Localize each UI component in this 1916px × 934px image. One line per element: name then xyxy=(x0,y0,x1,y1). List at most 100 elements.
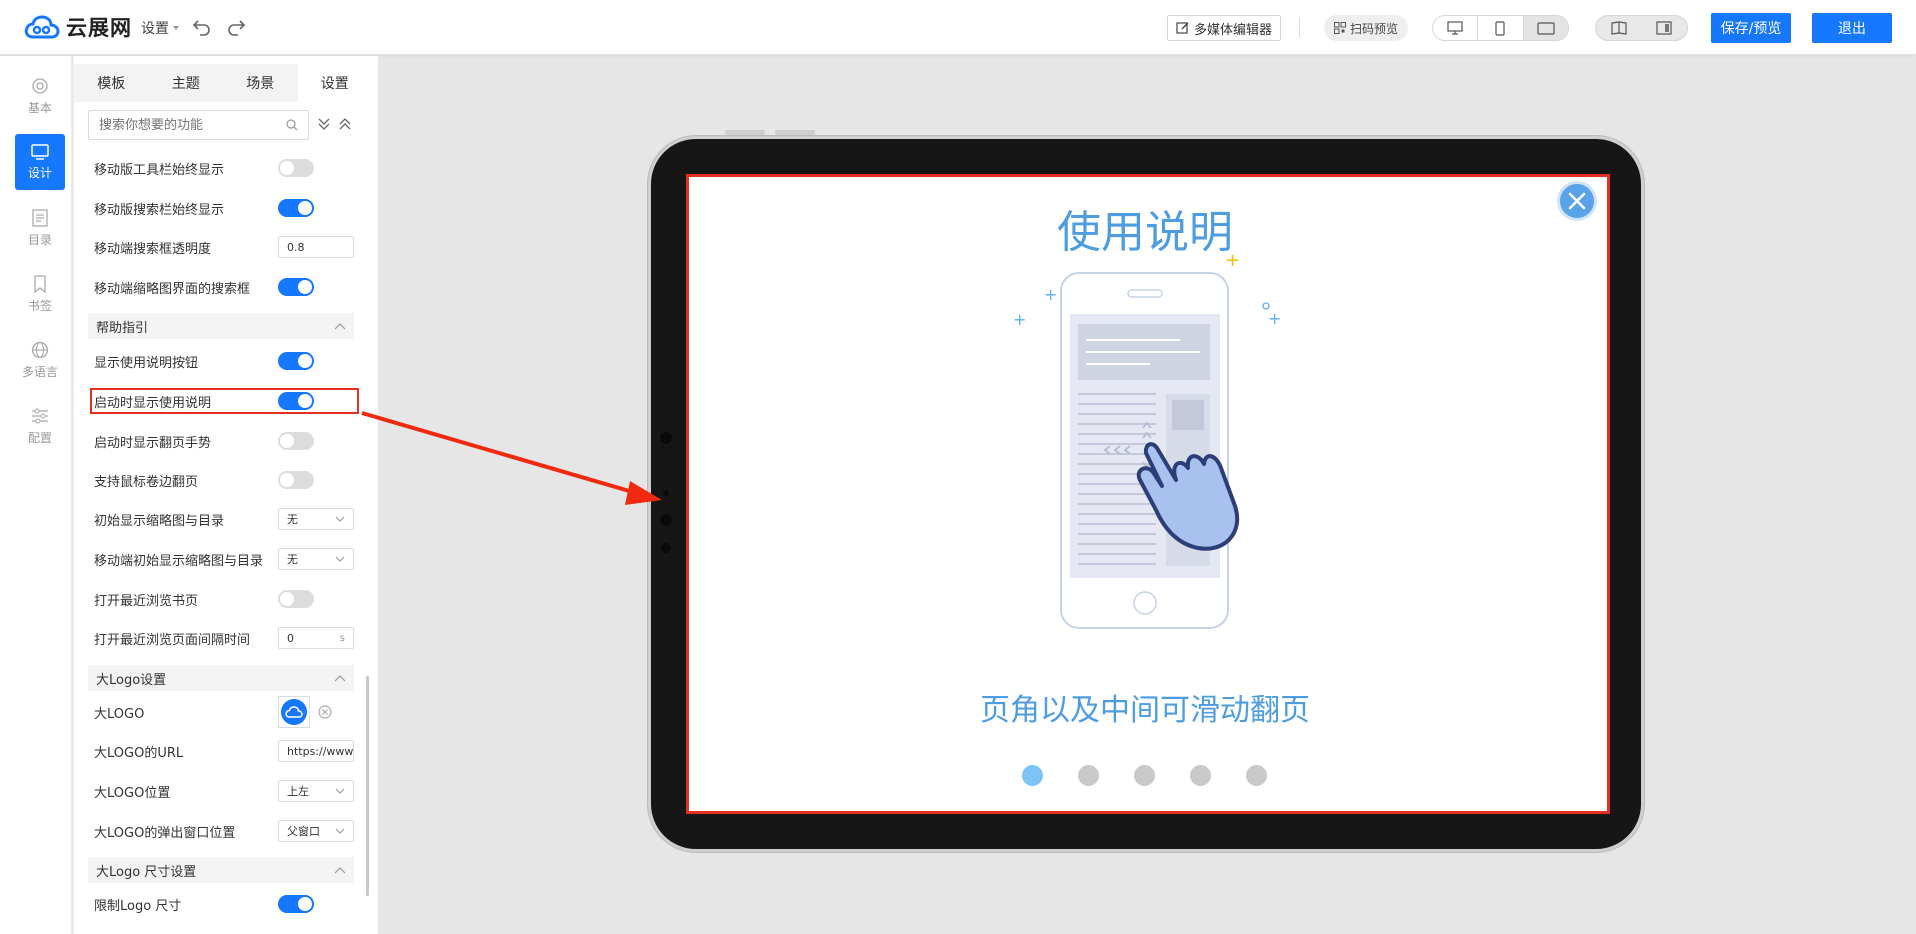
flip-gesture-toggle[interactable] xyxy=(278,432,314,450)
top-bar: 云展网 设置 多媒体编辑器 扫码预览 保存/预览 退出 xyxy=(0,0,1916,55)
setting-row: 移动端缩略图界面的搜索框 xyxy=(74,273,364,301)
qr-code-icon xyxy=(1334,22,1346,34)
double-page-icon xyxy=(1611,21,1627,35)
tab-scene[interactable]: 场景 xyxy=(223,64,298,102)
show-help-button-toggle[interactable] xyxy=(278,352,314,370)
setting-label: 大LOGO的URL xyxy=(94,745,184,761)
tablet-volume-button xyxy=(725,130,765,135)
single-page-button[interactable] xyxy=(1642,16,1688,40)
setting-label: 移动端缩略图界面的搜索框 xyxy=(94,281,251,297)
setting-label: 大LOGO xyxy=(94,706,145,722)
setting-label: 打开最近浏览页面间隔时间 xyxy=(94,632,251,648)
remove-circle-icon[interactable] xyxy=(318,705,332,719)
help-section-header[interactable]: 帮助指引 xyxy=(88,313,354,339)
setting-label: 移动端搜索框透明度 xyxy=(94,241,212,257)
recent-interval-input[interactable]: 0 s xyxy=(278,627,354,649)
tablet-view-button[interactable] xyxy=(1523,16,1568,40)
tablet-icon xyxy=(1537,21,1555,35)
setting-row: 打开最近浏览书页 xyxy=(74,585,364,613)
exit-button[interactable]: 退出 xyxy=(1812,13,1892,43)
setting-row: 大LOGO的URL https://www xyxy=(74,737,364,765)
panel-scrollbar[interactable] xyxy=(366,676,369,896)
caret-down-icon xyxy=(173,26,179,30)
tablet-sensor xyxy=(660,514,672,526)
nav-item-config[interactable]: 配置 xyxy=(15,398,65,454)
section-title: 大Logo设置 xyxy=(96,672,167,688)
media-editor-button[interactable]: 多媒体编辑器 xyxy=(1167,15,1282,41)
biglogo-popup-select[interactable]: 父窗口 xyxy=(278,820,354,842)
setting-label: 移动版搜索栏始终显示 xyxy=(94,202,225,218)
tablet-volume-button xyxy=(775,130,815,135)
nav-item-design[interactable]: 设计 xyxy=(15,134,65,190)
settings-menu[interactable]: 设置 xyxy=(141,18,180,38)
phone-view-button[interactable] xyxy=(1478,16,1524,40)
search-input[interactable] xyxy=(99,117,279,133)
initial-thumb-toc-select[interactable]: 无 xyxy=(278,508,354,530)
chevron-up-icon xyxy=(334,867,346,874)
chevron-down-icon xyxy=(335,516,345,522)
edit-icon xyxy=(1176,22,1189,34)
single-page-icon xyxy=(1656,21,1672,35)
chevron-down-icon xyxy=(335,556,345,562)
nav-item-bookmark[interactable]: 书签 xyxy=(15,266,65,322)
setting-label: 移动版工具栏始终显示 xyxy=(94,162,225,178)
nav-item-label: 设计 xyxy=(27,165,52,180)
mobile-thumb-search-toggle[interactable] xyxy=(278,278,314,296)
nav-item-language[interactable]: 多语言 xyxy=(15,332,65,388)
setting-label: 初始显示缩略图与目录 xyxy=(94,513,225,529)
section-title: 大Logo 尺寸设置 xyxy=(96,864,197,880)
input-value: 0 xyxy=(287,631,294,645)
save-preview-button[interactable]: 保存/预览 xyxy=(1711,13,1791,43)
limit-logo-size-toggle[interactable] xyxy=(278,895,314,913)
expand-all-button[interactable] xyxy=(317,116,331,135)
nav-item-basic[interactable]: 基本 xyxy=(15,68,65,124)
biglogo-thumbnail[interactable] xyxy=(278,696,310,728)
page-dot[interactable] xyxy=(1078,765,1099,786)
open-recent-toggle[interactable] xyxy=(278,590,314,608)
mobile-toolbar-toggle[interactable] xyxy=(278,159,314,177)
media-editor-label: 多媒体编辑器 xyxy=(1194,22,1273,38)
search-opacity-input[interactable]: 0.8 xyxy=(278,236,354,258)
tab-template[interactable]: 模板 xyxy=(74,64,149,102)
undo-button[interactable] xyxy=(192,16,212,40)
sparkle-plus-icon: + xyxy=(1044,285,1057,304)
tab-theme[interactable]: 主题 xyxy=(149,64,224,102)
nav-item-label: 书签 xyxy=(27,298,52,313)
nav-item-toc[interactable]: 目录 xyxy=(15,200,65,256)
collapse-all-button[interactable] xyxy=(338,116,352,135)
double-chevron-down-icon xyxy=(318,118,330,130)
page-dot[interactable] xyxy=(1190,765,1211,786)
logosize-section-header[interactable]: 大Logo 尺寸设置 xyxy=(88,857,354,883)
nav-item-label: 目录 xyxy=(27,232,52,247)
setting-row: 显示使用说明按钮 xyxy=(74,347,364,375)
setting-row: 大LOGO xyxy=(74,696,364,728)
panel-tabs: 模板 主题 场景 设置 xyxy=(74,64,372,102)
mouse-flip-toggle[interactable] xyxy=(278,471,314,489)
desktop-view-button[interactable] xyxy=(1433,16,1479,40)
cloud-logo-icon xyxy=(285,706,303,718)
close-icon xyxy=(1568,192,1586,210)
mobile-searchbar-toggle[interactable] xyxy=(278,199,314,217)
page-dot[interactable] xyxy=(1134,765,1155,786)
help-close-button[interactable] xyxy=(1557,181,1597,221)
undo-icon xyxy=(192,20,210,36)
page-dot[interactable] xyxy=(1022,765,1043,786)
globe-icon xyxy=(31,341,49,358)
page-dot[interactable] xyxy=(1246,765,1267,786)
page-mode-switcher xyxy=(1595,15,1688,41)
app-logo[interactable]: 云展网 xyxy=(24,13,132,41)
biglogo-section-header[interactable]: 大Logo设置 xyxy=(88,665,354,691)
biglogo-url-input[interactable]: https://www xyxy=(278,740,354,762)
desktop-icon xyxy=(1447,21,1463,35)
setting-row: 移动版工具栏始终显示 xyxy=(74,154,364,182)
setting-row: 移动版搜索栏始终显示 xyxy=(74,194,364,222)
nav-item-label: 配置 xyxy=(27,430,52,445)
mobile-initial-thumb-toc-select[interactable]: 无 xyxy=(278,548,354,570)
tab-settings[interactable]: 设置 xyxy=(297,64,372,102)
biglogo-position-select[interactable]: 上左 xyxy=(278,780,354,802)
double-page-button[interactable] xyxy=(1596,16,1642,40)
qr-preview-button[interactable]: 扫码预览 xyxy=(1324,15,1409,41)
setting-label: 限制Logo 尺寸 xyxy=(94,898,182,914)
redo-button[interactable] xyxy=(226,16,246,40)
sparkle-plus-icon: + xyxy=(1268,309,1281,328)
